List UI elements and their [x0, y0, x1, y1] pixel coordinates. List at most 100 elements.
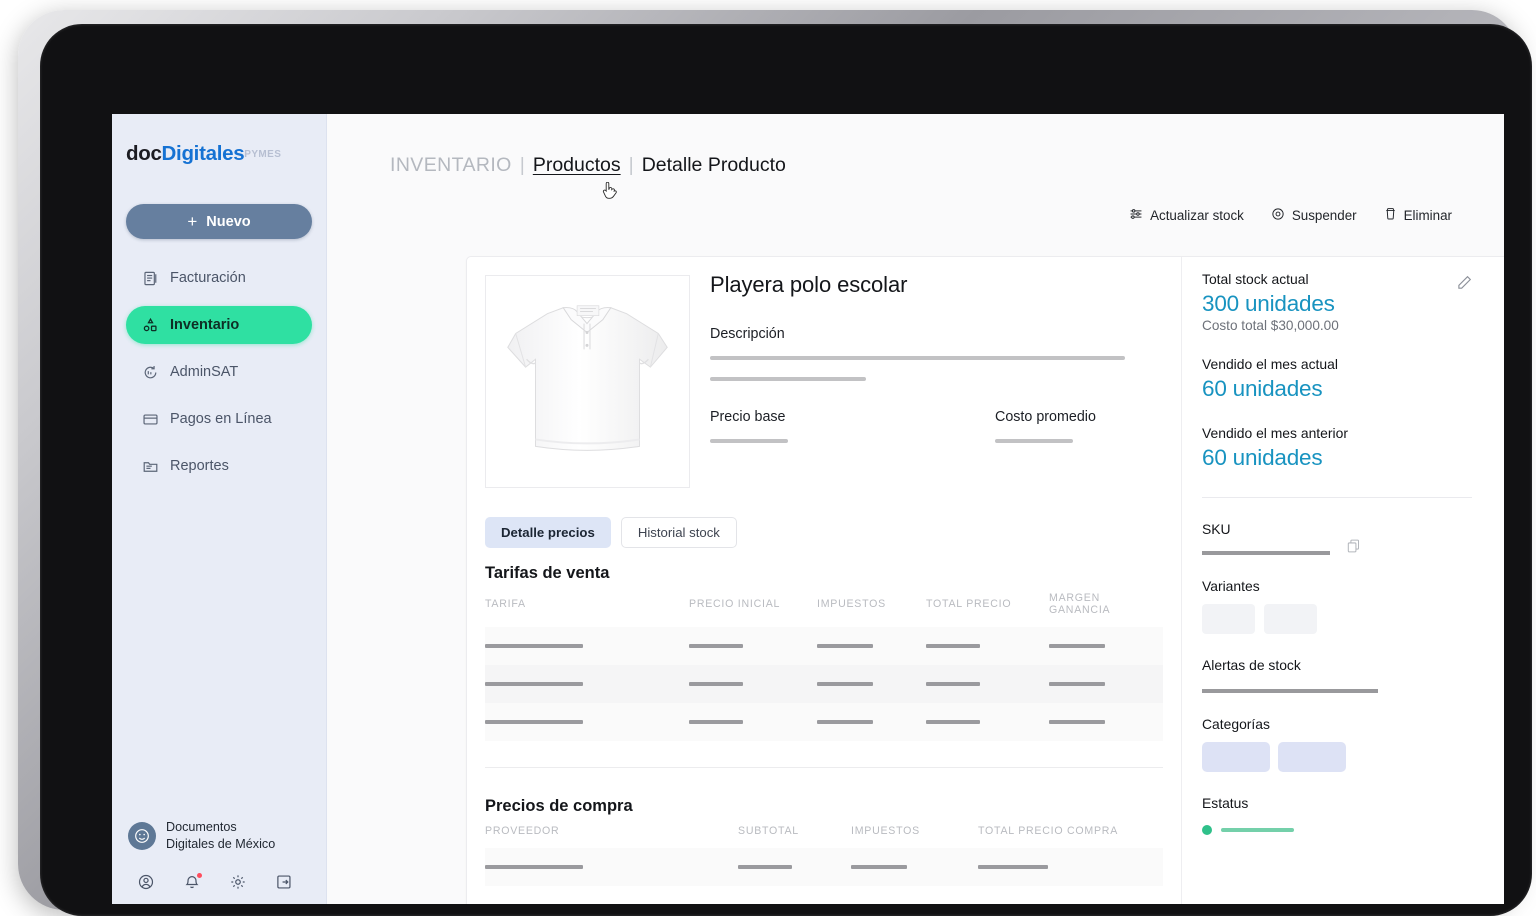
sidebar-item-label: Inventario	[170, 317, 239, 333]
actualizar-stock-button[interactable]: Actualizar stock	[1129, 207, 1244, 224]
folder-icon	[142, 458, 159, 475]
sku-label: SKU	[1202, 521, 1504, 537]
variantes-label: Variantes	[1202, 578, 1504, 594]
logo-text-digitales: Digitales	[162, 142, 245, 165]
sidebar-item-adminsat[interactable]: AdminSAT	[126, 353, 312, 391]
col-total-precio-compra: TOTAL PRECIO COMPRA	[978, 825, 1163, 848]
sidebar-item-label: Reportes	[170, 458, 229, 474]
cell-total-precio	[926, 627, 1049, 665]
total-stock-value: 300 unidades	[1202, 291, 1504, 317]
edit-pencil-icon[interactable]	[1457, 275, 1472, 290]
cell-subtotal	[738, 848, 851, 886]
table-header-row: TARIFA PRECIO INICIAL IMPUESTOS TOTAL PR…	[485, 592, 1163, 627]
account-icon[interactable]	[137, 873, 155, 891]
total-cost-value: Costo total $30,000.00	[1202, 318, 1504, 333]
table-row[interactable]	[485, 848, 1163, 886]
notification-badge	[197, 873, 202, 878]
sidebar-item-pagos-en-linea[interactable]: Pagos en Línea	[126, 400, 312, 438]
sold-current-label: Vendido el mes actual	[1202, 356, 1504, 372]
product-image	[485, 275, 690, 488]
cell-precio-inicial	[689, 703, 817, 741]
cell-tarifa	[485, 627, 689, 665]
col-subtotal: SUBTOTAL	[738, 825, 851, 848]
sold-previous-block: Vendido el mes anterior 60 unidades	[1202, 425, 1504, 471]
sidebar-footer: Documentos Digitales de México	[112, 812, 327, 904]
breadcrumb-link-productos[interactable]: Productos	[533, 154, 621, 177]
organization-block[interactable]: Documentos Digitales de México	[112, 812, 327, 860]
category-chip[interactable]	[1202, 742, 1270, 772]
status-badge	[1202, 825, 1504, 835]
sidebar-nav: Facturación Inventario	[126, 259, 312, 494]
category-chip-list	[1202, 742, 1504, 772]
main-content: INVENTARIO | Productos | Detalle Product…	[327, 114, 1504, 904]
col-proveedor: PROVEEDOR	[485, 825, 738, 848]
col-impuestos: IMPUESTOS	[817, 592, 926, 627]
sold-previous-value: 60 unidades	[1202, 445, 1504, 471]
table-row[interactable]	[485, 703, 1163, 741]
logo-text-pymes: PYMES	[244, 149, 281, 160]
product-info: Playera polo escolar Descripción Precio …	[710, 272, 1140, 443]
sidebar-item-facturacion[interactable]: Facturación	[126, 259, 312, 297]
page-title: Playera polo escolar	[710, 272, 1140, 298]
alertas-stock-label: Alertas de stock	[1202, 657, 1504, 673]
precio-base-label: Precio base	[710, 409, 788, 425]
variant-chip[interactable]	[1264, 604, 1317, 634]
sku-placeholder	[1202, 551, 1330, 555]
table-header-row: PROVEEDOR SUBTOTAL IMPUESTOS TOTAL PRECI…	[485, 825, 1163, 848]
sidebar-item-label: Facturación	[170, 270, 246, 286]
notification-icon[interactable]	[183, 873, 201, 891]
tab-historial-stock[interactable]: Historial stock	[621, 517, 737, 548]
variant-chip[interactable]	[1202, 604, 1255, 634]
sku-value-row	[1202, 537, 1504, 555]
app-logo[interactable]: docDigitalesPYMES	[126, 142, 281, 166]
precio-base-field: Precio base	[710, 381, 788, 443]
breadcrumb-separator: |	[520, 154, 525, 177]
table-row[interactable]	[485, 627, 1163, 665]
col-impuestos: IMPUESTOS	[851, 825, 978, 848]
tab-detalle-precios[interactable]: Detalle precios	[485, 517, 611, 548]
panel-divider	[1181, 257, 1182, 904]
cell-impuestos	[851, 848, 978, 886]
price-fields-row: Precio base Costo promedio	[710, 381, 1140, 443]
table-row[interactable]	[485, 665, 1163, 703]
categorias-block: Categorías	[1202, 716, 1504, 772]
cell-impuestos	[817, 665, 926, 703]
cell-total-precio	[926, 703, 1049, 741]
precios-compra-section-title: Precios de compra	[485, 797, 633, 816]
mouse-cursor	[602, 182, 619, 202]
suspender-label: Suspender	[1292, 208, 1357, 223]
gear-icon[interactable]	[229, 873, 247, 891]
eliminar-button[interactable]: Eliminar	[1384, 207, 1452, 224]
new-button[interactable]: + Nuevo	[126, 204, 312, 239]
sold-current-block: Vendido el mes actual 60 unidades	[1202, 356, 1504, 402]
col-margen-ganancia: MARGEN GANANCIA	[1049, 592, 1163, 627]
eliminar-label: Eliminar	[1404, 208, 1452, 223]
copy-icon[interactable]	[1347, 539, 1360, 553]
estatus-label: Estatus	[1202, 795, 1504, 811]
variantes-block: Variantes	[1202, 578, 1504, 634]
breadcrumb-separator: |	[629, 154, 634, 177]
sidebar-item-reportes[interactable]: Reportes	[126, 447, 312, 485]
sync-icon	[142, 364, 159, 381]
product-detail-card: Playera polo escolar Descripción Precio …	[466, 256, 1504, 904]
sidebar-item-inventario[interactable]: Inventario	[126, 306, 312, 344]
costo-promedio-placeholder	[995, 439, 1073, 443]
cell-proveedor	[485, 848, 738, 886]
sidebar: docDigitalesPYMES + Nuevo	[112, 114, 327, 904]
tablet-bezel: docDigitalesPYMES + Nuevo	[40, 24, 1532, 916]
logout-icon[interactable]	[275, 873, 293, 891]
suspender-button[interactable]: Suspender	[1271, 207, 1357, 224]
inventory-icon	[142, 317, 159, 334]
org-line-2: Digitales de México	[166, 836, 275, 853]
cell-total-precio	[926, 665, 1049, 703]
cell-margen-ganancia	[1049, 627, 1163, 665]
categorias-label: Categorías	[1202, 716, 1504, 732]
breadcrumb-root[interactable]: INVENTARIO	[390, 154, 512, 177]
sidebar-item-label: AdminSAT	[170, 364, 238, 380]
panel-horizontal-divider	[1202, 497, 1472, 498]
tablet-frame: docDigitalesPYMES + Nuevo	[18, 10, 1518, 910]
pause-circle-icon	[1271, 207, 1285, 224]
alertas-stock-placeholder	[1202, 689, 1378, 693]
tarifas-section-title: Tarifas de venta	[485, 564, 609, 583]
category-chip[interactable]	[1278, 742, 1346, 772]
